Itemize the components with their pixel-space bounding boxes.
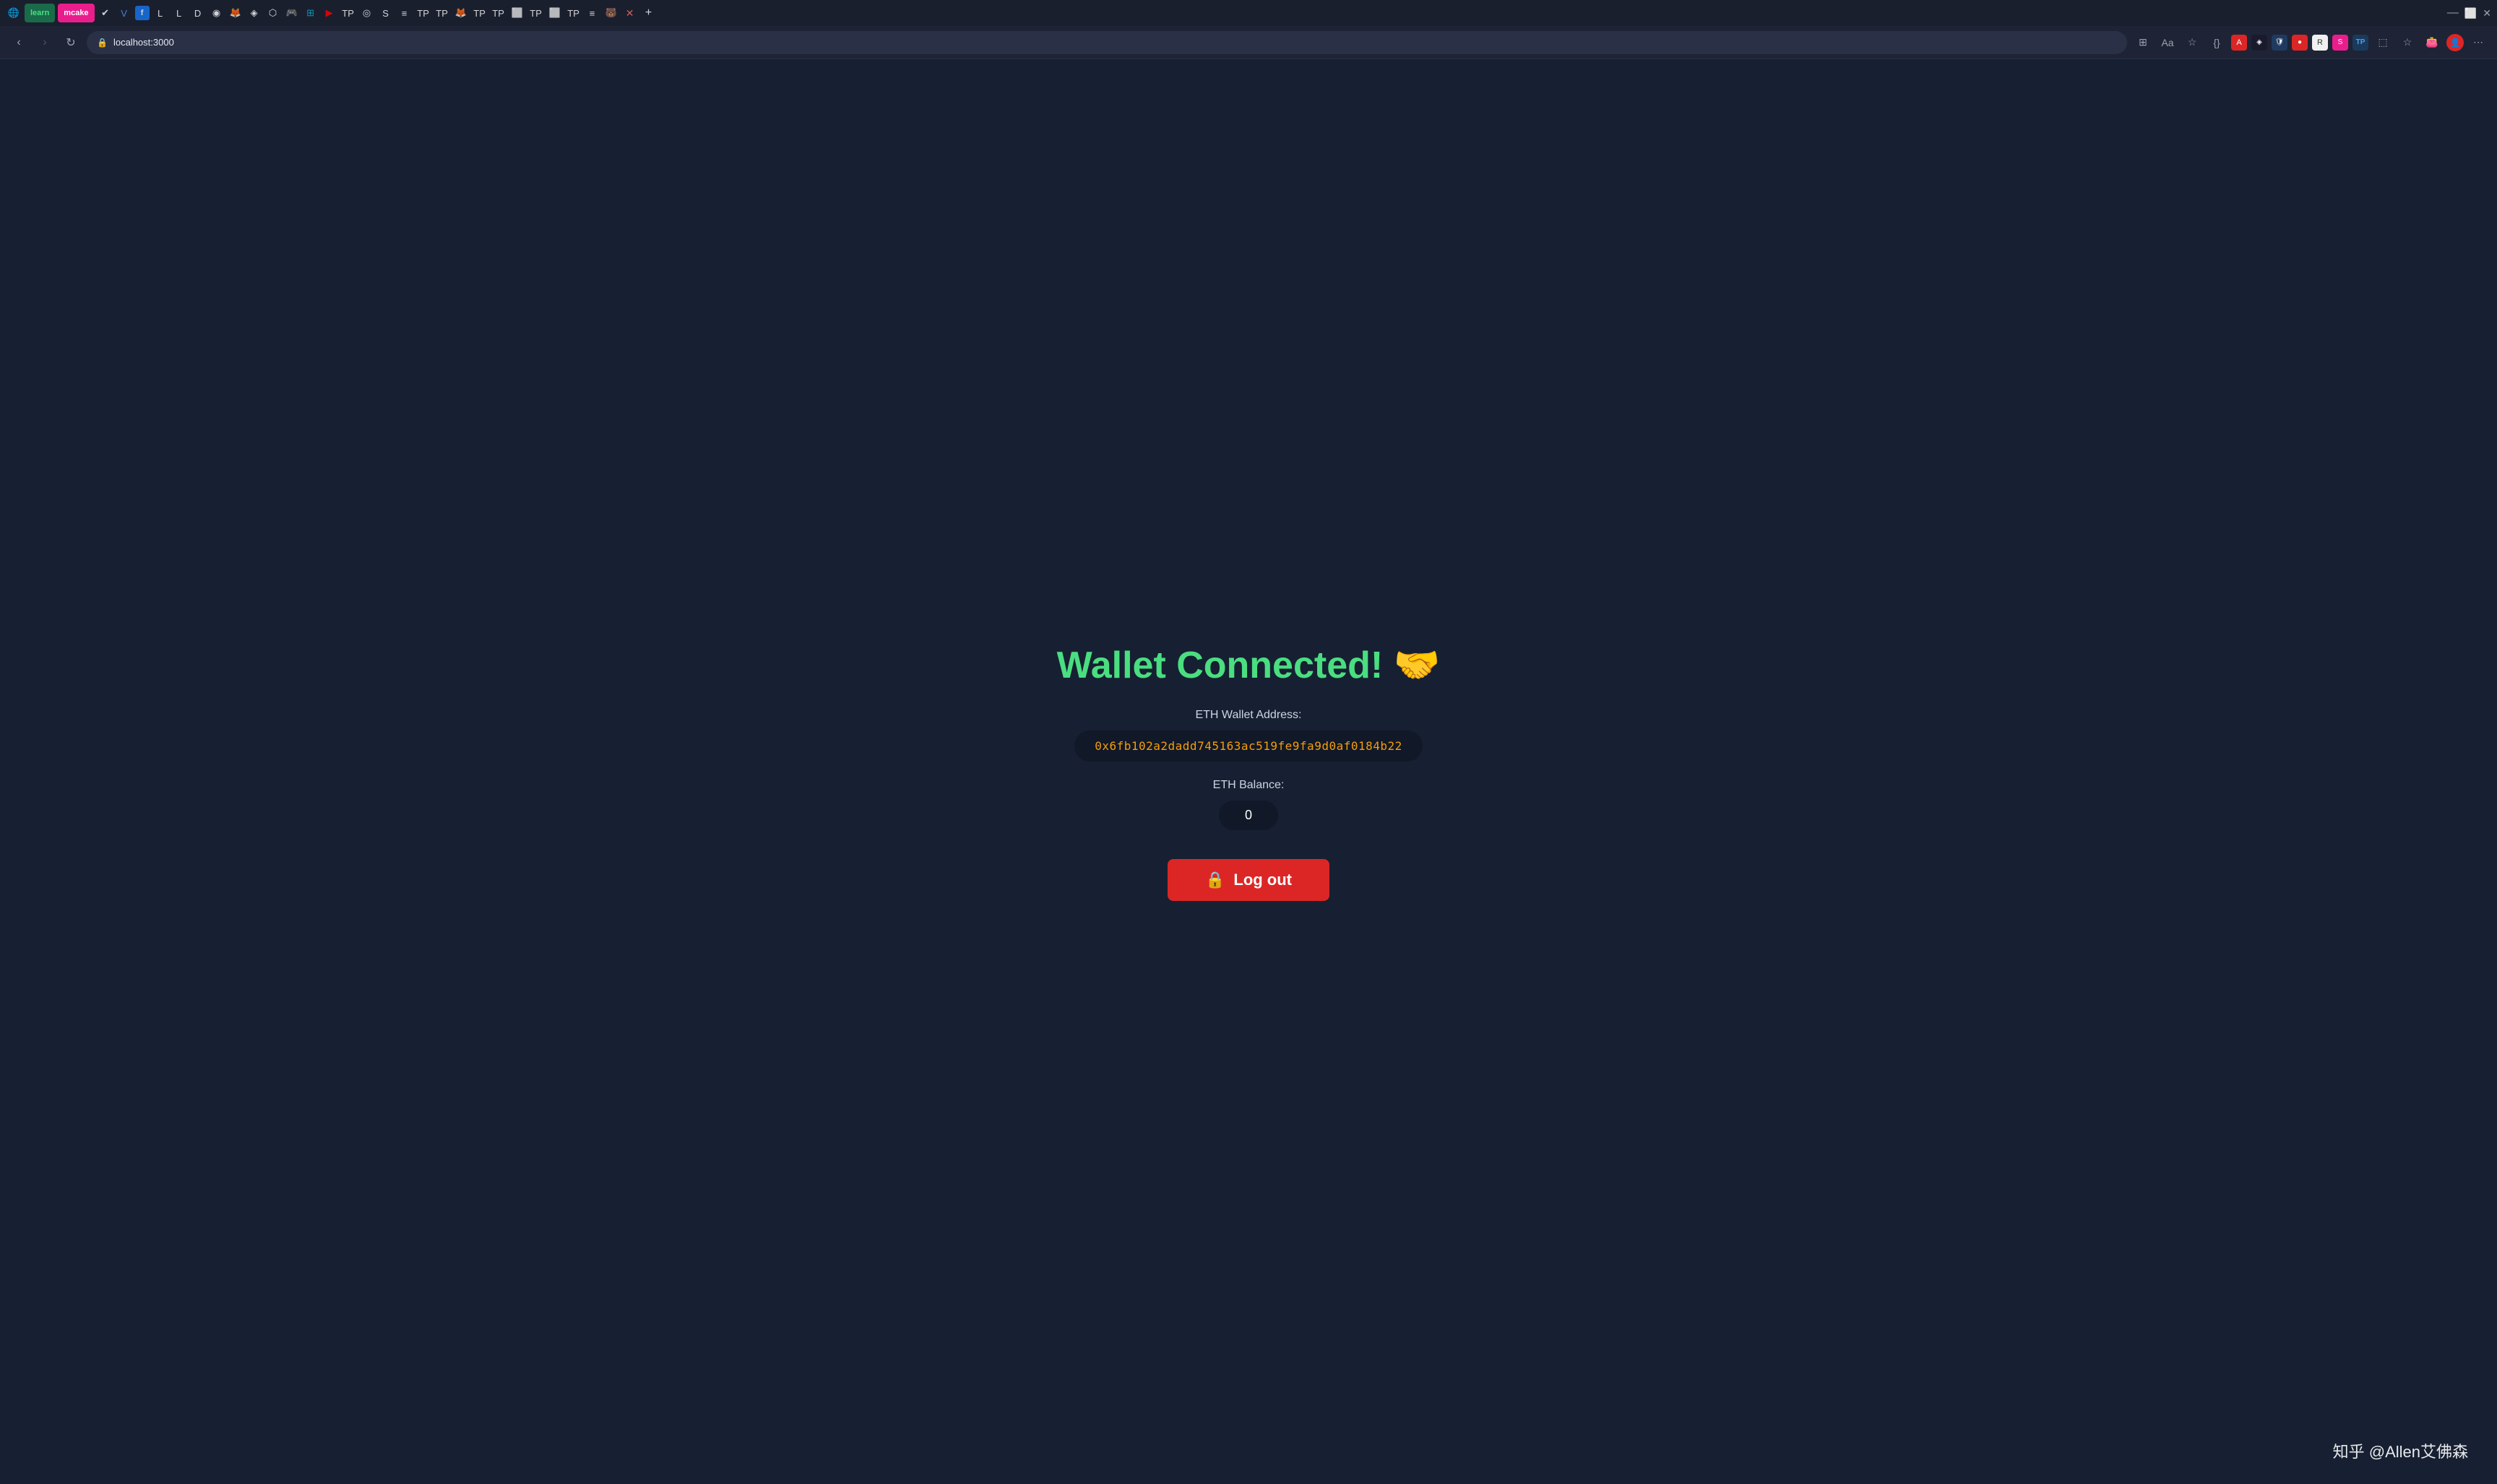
close-button[interactable]: ✕ <box>2483 7 2491 20</box>
tab-icon-17[interactable]: ≡ <box>397 5 413 21</box>
tab-icon-8[interactable]: 🦊 <box>228 5 243 21</box>
tab-icon-28[interactable]: 🐻 <box>603 5 619 21</box>
watermark: 知乎 @Allen艾佛森 <box>2333 1439 2468 1462</box>
ext-icon-3[interactable]: 🛡 <box>2272 35 2287 51</box>
forward-button[interactable]: › <box>35 33 55 53</box>
refresh-button[interactable]: ↻ <box>61 33 81 53</box>
tab-new[interactable]: + <box>641 5 657 21</box>
tab-icon-24[interactable]: TP <box>528 5 544 21</box>
tab-icon-6[interactable]: D <box>190 5 206 21</box>
ext-icon-4[interactable]: ● <box>2292 35 2308 51</box>
tab-icon-1[interactable]: ✔ <box>98 5 113 21</box>
profile-button[interactable]: 👤 <box>2446 34 2464 51</box>
tab-icon-27[interactable]: ≡ <box>585 5 600 21</box>
tab-favicon-home[interactable]: 🌐 <box>6 5 22 21</box>
tab-icon-14[interactable]: TP <box>340 5 356 21</box>
browser-chrome: 🌐 learn mcake ✔ V f L L D ◉ 🦊 ◈ ⬡ 🎮 ⊞ ▶ … <box>0 0 2497 59</box>
tab-icon-19[interactable]: TP <box>434 5 450 21</box>
minimize-button[interactable]: — <box>2447 7 2459 20</box>
address-bar[interactable]: 🔒 localhost:3000 <box>87 31 2127 54</box>
tab-icon-26[interactable]: TP <box>566 5 582 21</box>
menu-button[interactable]: ⋯ <box>2468 33 2488 53</box>
tab-bar: 🌐 learn mcake ✔ V f L L D ◉ 🦊 ◈ ⬡ 🎮 ⊞ ▶ … <box>0 0 2497 26</box>
tab-icon-5[interactable]: L <box>171 5 187 21</box>
tab-icon-12[interactable]: ⊞ <box>303 5 319 21</box>
lock-icon: 🔒 <box>97 38 108 48</box>
tab-icon-16[interactable]: S <box>378 5 394 21</box>
logout-label: Log out <box>1233 871 1292 889</box>
main-content: Wallet Connected! 🤝 ETH Wallet Address: … <box>0 59 2497 1484</box>
ext-icon-2[interactable]: ◈ <box>2251 35 2267 51</box>
maximize-button[interactable]: ⬜ <box>2464 7 2477 20</box>
tab-icon-13[interactable]: ▶ <box>322 5 337 21</box>
tab-icon-7[interactable]: ◉ <box>209 5 225 21</box>
tab-mcake[interactable]: mcake <box>58 4 94 22</box>
tab-learn[interactable]: learn <box>25 4 55 22</box>
back-button[interactable]: ‹ <box>9 33 29 53</box>
tab-icon-9[interactable]: ◈ <box>246 5 262 21</box>
logout-button[interactable]: 🔒 Log out <box>1168 859 1329 901</box>
tab-icon-22[interactable]: TP <box>491 5 506 21</box>
tab-icon-20[interactable]: 🦊 <box>453 5 469 21</box>
url-text: localhost:3000 <box>113 37 174 48</box>
tab-icon-23[interactable]: ⬜ <box>509 5 525 21</box>
tab-icon-4[interactable]: L <box>152 5 168 21</box>
ext-icon-5[interactable]: R <box>2312 35 2328 51</box>
tab-grid-button[interactable]: ⊞ <box>2133 33 2153 53</box>
wallet-toolbar-button[interactable]: 👛 <box>2422 33 2442 53</box>
eth-address-label: ETH Wallet Address: <box>1195 709 1301 722</box>
handshake-emoji: 🤝 <box>1394 644 1441 686</box>
eth-address-display: 0x6fb102a2dadd745163ac519fe9fa9d0af0184b… <box>1074 730 1423 762</box>
window-controls: — ⬜ ✕ <box>2447 7 2491 20</box>
toolbar: ‹ › ↻ 🔒 localhost:3000 ⊞ Aa ☆ {} A ◈ 🛡 ●… <box>0 26 2497 59</box>
toolbar-actions: ⊞ Aa ☆ {} A ◈ 🛡 ● R S TP ⬚ ☆ 👛 👤 ⋯ <box>2133 33 2488 53</box>
code-button[interactable]: {} <box>2207 33 2227 53</box>
tab-icon-25[interactable]: ⬜ <box>547 5 563 21</box>
eth-balance-label: ETH Balance: <box>1213 779 1285 792</box>
tab-icon-15[interactable]: ◎ <box>359 5 375 21</box>
ext-icon-6[interactable]: S <box>2332 35 2348 51</box>
ext-icon-1[interactable]: A <box>2231 35 2247 51</box>
ext-icon-tp[interactable]: TP <box>2352 35 2368 51</box>
sidebar-button[interactable]: ⬚ <box>2373 33 2393 53</box>
tab-icon-11[interactable]: 🎮 <box>284 5 300 21</box>
tab-icon-2[interactable]: V <box>116 5 132 21</box>
favorites-button[interactable]: ☆ <box>2397 33 2418 53</box>
lock-emoji: 🔒 <box>1205 871 1225 889</box>
eth-balance-display: 0 <box>1219 801 1278 830</box>
reader-mode-button[interactable]: Aa <box>2157 33 2178 53</box>
tab-icon-21[interactable]: TP <box>472 5 488 21</box>
tab-icon-18[interactable]: TP <box>415 5 431 21</box>
tab-icon-close[interactable]: ✕ <box>622 5 638 21</box>
bookmark-button[interactable]: ☆ <box>2182 33 2202 53</box>
tab-icon-3[interactable]: f <box>135 6 150 20</box>
wallet-title: Wallet Connected! 🤝 <box>1057 643 1441 687</box>
tab-icon-10[interactable]: ⬡ <box>265 5 281 21</box>
